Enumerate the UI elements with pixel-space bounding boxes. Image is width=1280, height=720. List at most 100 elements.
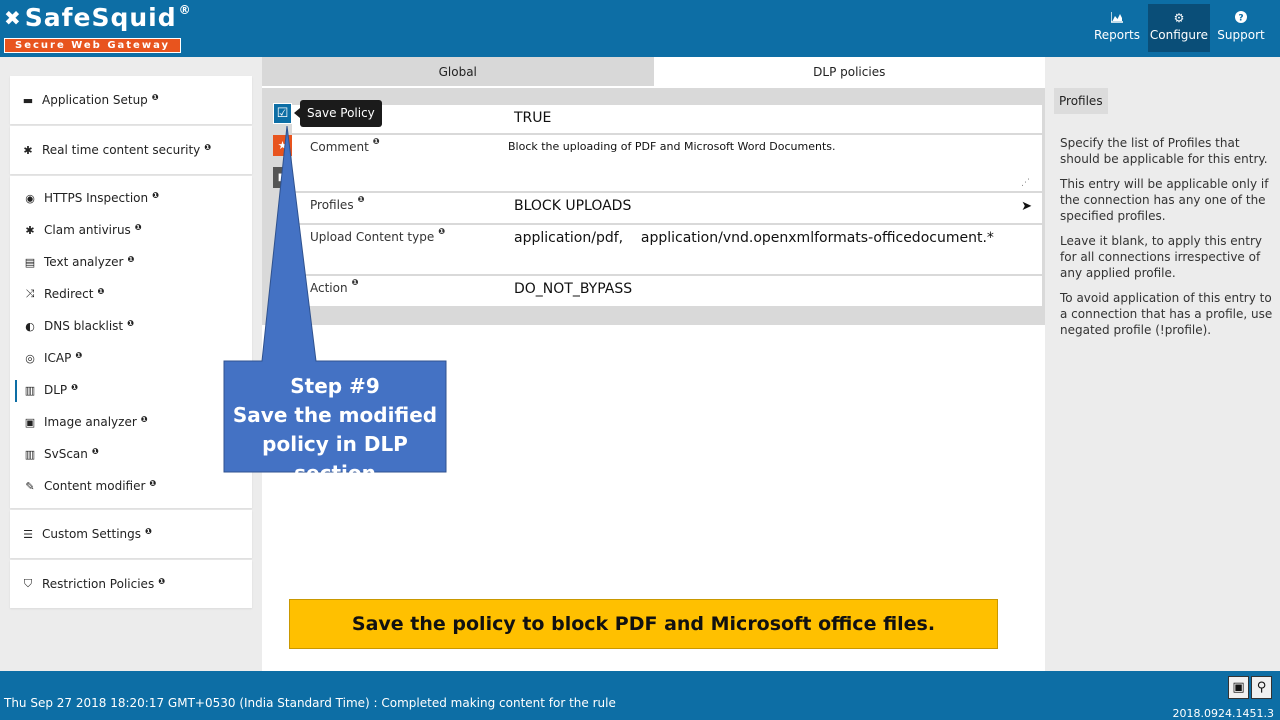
- bug-icon: ✱: [23, 143, 33, 157]
- info-icon: ❶: [152, 190, 159, 200]
- save-policy-tooltip: Save Policy: [294, 100, 382, 127]
- edit-icon: ✎: [25, 479, 35, 493]
- sidebar-group-custom: ☰ Custom Settings ❶: [10, 510, 252, 558]
- shield-icon: ⛉: [23, 577, 33, 590]
- sidebar-item-restriction-policies[interactable]: ⛉ Restriction Policies ❶: [10, 560, 252, 608]
- logo-text: SafeSquid: [24, 3, 177, 32]
- nav-configure[interactable]: ⚙ Configure: [1148, 4, 1210, 52]
- search-button[interactable]: ⚲: [1251, 676, 1272, 699]
- sidebar-item-text-analyzer[interactable]: ▤ Text analyzer ❶: [10, 246, 252, 278]
- info-icon: ❶: [75, 350, 83, 360]
- area-chart-icon: [1086, 11, 1148, 25]
- question-icon: ?: [1210, 11, 1272, 25]
- instruction-banner: Save the policy to block PDF and Microso…: [289, 599, 998, 649]
- squid-logo-icon: ✖: [4, 6, 22, 30]
- contrast-icon: ◐: [25, 319, 35, 333]
- info-icon: ❶: [71, 382, 78, 392]
- life-ring-icon: ◎: [25, 351, 35, 365]
- nav-reports[interactable]: Reports: [1086, 4, 1148, 52]
- main-content: Global DLP policies TRUE Comment ❶ Block …: [262, 57, 1045, 671]
- safesquid-logo: ✖ SafeSquid ® Secure Web Gateway: [4, 3, 192, 53]
- file-image-icon: ▣: [24, 415, 36, 429]
- delete-button[interactable]: ■: [273, 167, 292, 188]
- help-text: This entry will be applicable only if th…: [1060, 177, 1269, 223]
- upload-content-type-label: Upload Content type: [310, 230, 435, 244]
- info-icon: ❶: [357, 195, 365, 204]
- form-row-profiles: Profiles ❶ BLOCK UPLOADS ➤: [292, 193, 1042, 223]
- profiles-label: Profiles: [310, 198, 354, 212]
- save-policy-button[interactable]: ☑: [273, 103, 292, 124]
- sidebar-item-image-analyzer[interactable]: ▣ Image analyzer ❶: [10, 406, 252, 438]
- help-text: Leave it blank, to apply this entry for …: [1060, 234, 1262, 280]
- nav-support[interactable]: ? Support: [1210, 4, 1272, 52]
- floppy-icon: ▣: [1232, 680, 1245, 695]
- svg-text:?: ?: [1238, 14, 1243, 24]
- form-row-enabled: TRUE: [292, 105, 1042, 133]
- info-icon: ❶: [372, 137, 380, 146]
- version-text: 2018.0924.1451.3: [1172, 707, 1274, 720]
- info-icon: ❶: [134, 222, 142, 232]
- random-icon: ⤨: [25, 287, 35, 300]
- sidebar-item-icap[interactable]: ◎ ICAP ❶: [10, 342, 252, 374]
- sidebar-group-restriction: ⛉ Restriction Policies ❶: [10, 560, 252, 608]
- sidebar-group-rtcs: ✱ Real time content security ❶: [10, 126, 252, 174]
- info-icon: ❶: [145, 526, 152, 536]
- star-icon: ★: [277, 139, 288, 152]
- save-config-button[interactable]: ▣: [1228, 676, 1249, 699]
- sidebar-item-dlp[interactable]: ▥ DLP ❶: [10, 374, 252, 406]
- check-square-icon: ☑: [276, 106, 289, 121]
- left-sidebar: ▬ Application Setup ❶ ✱ Real time content…: [10, 76, 252, 610]
- sidebar-group-modules: ◉ HTTPS Inspection ❶ ✱ Clam antivirus ❶ ▤ …: [10, 176, 252, 508]
- sidebar-group-app-setup: ▬ Application Setup ❶: [10, 76, 252, 124]
- upload-content-type-field[interactable]: application/pdf, application/vnd.openxml…: [492, 225, 1042, 274]
- comment-field[interactable]: Block the uploading of PDF and Microsoft…: [508, 140, 836, 153]
- callout-step: Step #9: [290, 374, 380, 398]
- briefcase-icon: ▬: [22, 93, 34, 107]
- comment-label: Comment: [310, 140, 369, 154]
- help-title: Profiles: [1054, 88, 1108, 114]
- resize-handle-icon[interactable]: ⋰: [1021, 178, 1030, 188]
- sidebar-item-clam-antivirus[interactable]: ✱ Clam antivirus ❶: [10, 214, 252, 246]
- tab-dlp-policies[interactable]: DLP policies: [653, 57, 1045, 86]
- info-icon: ❶: [151, 92, 159, 102]
- trash-icon: ■: [277, 172, 288, 183]
- sidebar-item-application-setup[interactable]: ▬ Application Setup ❶: [10, 76, 252, 124]
- action-field[interactable]: DO_NOT_BYPASS: [492, 276, 1042, 306]
- info-icon: ❶: [438, 227, 445, 236]
- sidebar-item-redirect[interactable]: ⤨ Redirect ❶: [10, 278, 252, 310]
- info-icon: ❶: [127, 254, 135, 264]
- help-panel: Profiles Specify the list of Profiles th…: [1054, 88, 1276, 347]
- file-text-icon: ▤: [24, 255, 36, 269]
- info-icon: ❶: [127, 318, 134, 328]
- top-header: ✖ SafeSquid ® Secure Web Gateway Reports …: [0, 0, 1280, 57]
- info-icon: ❶: [97, 286, 105, 296]
- help-text: Specify the list of Profiles that should…: [1060, 136, 1268, 166]
- status-text: Thu Sep 27 2018 18:20:17 GMT+0530 (India…: [4, 696, 616, 710]
- sidebar-item-dns-blacklist[interactable]: ◐ DNS blacklist ❶: [10, 310, 252, 342]
- enabled-value[interactable]: TRUE: [492, 105, 1042, 133]
- profiles-field[interactable]: BLOCK UPLOADS: [514, 198, 631, 214]
- action-label: Action: [310, 281, 348, 295]
- sidebar-item-https-inspection[interactable]: ◉ HTTPS Inspection ❶: [10, 182, 252, 214]
- sidebar-item-custom-settings[interactable]: ☰ Custom Settings ❶: [10, 510, 252, 558]
- sidebar-item-real-time-content-security[interactable]: ✱ Real time content security ❶: [10, 126, 252, 174]
- step-callout: Step #9 Save the modified policy in DLP …: [224, 372, 446, 488]
- tab-bar: Global DLP policies: [262, 57, 1045, 86]
- form-row-comment: Comment ❶ Block the uploading of PDF and …: [292, 135, 1042, 191]
- sidebar-item-svscan[interactable]: ▥ SvScan ❶: [10, 438, 252, 470]
- eye-icon: ◉: [25, 191, 35, 205]
- form-row-action: Action ❶ DO_NOT_BYPASS: [292, 276, 1042, 306]
- info-icon: ❶: [149, 478, 157, 488]
- search-icon: ⚲: [1256, 680, 1267, 695]
- info-icon: ❶: [158, 576, 165, 586]
- form-row-upload-content-type: Upload Content type ❶ application/pdf, ap…: [292, 225, 1042, 274]
- sidebar-item-content-modifier[interactable]: ✎ Content modifier ❶: [10, 470, 252, 502]
- callout-line3: policy in DLP section: [262, 432, 408, 485]
- favorite-button[interactable]: ★: [273, 135, 292, 156]
- logo-tagline: Secure Web Gateway: [4, 38, 182, 53]
- tab-global[interactable]: Global: [262, 57, 654, 86]
- callout-line2: Save the modified: [232, 403, 438, 427]
- paper-plane-icon[interactable]: ➤: [1021, 199, 1032, 214]
- gears-icon: ⚙: [1173, 11, 1185, 25]
- sliders-icon: ☰: [23, 527, 33, 541]
